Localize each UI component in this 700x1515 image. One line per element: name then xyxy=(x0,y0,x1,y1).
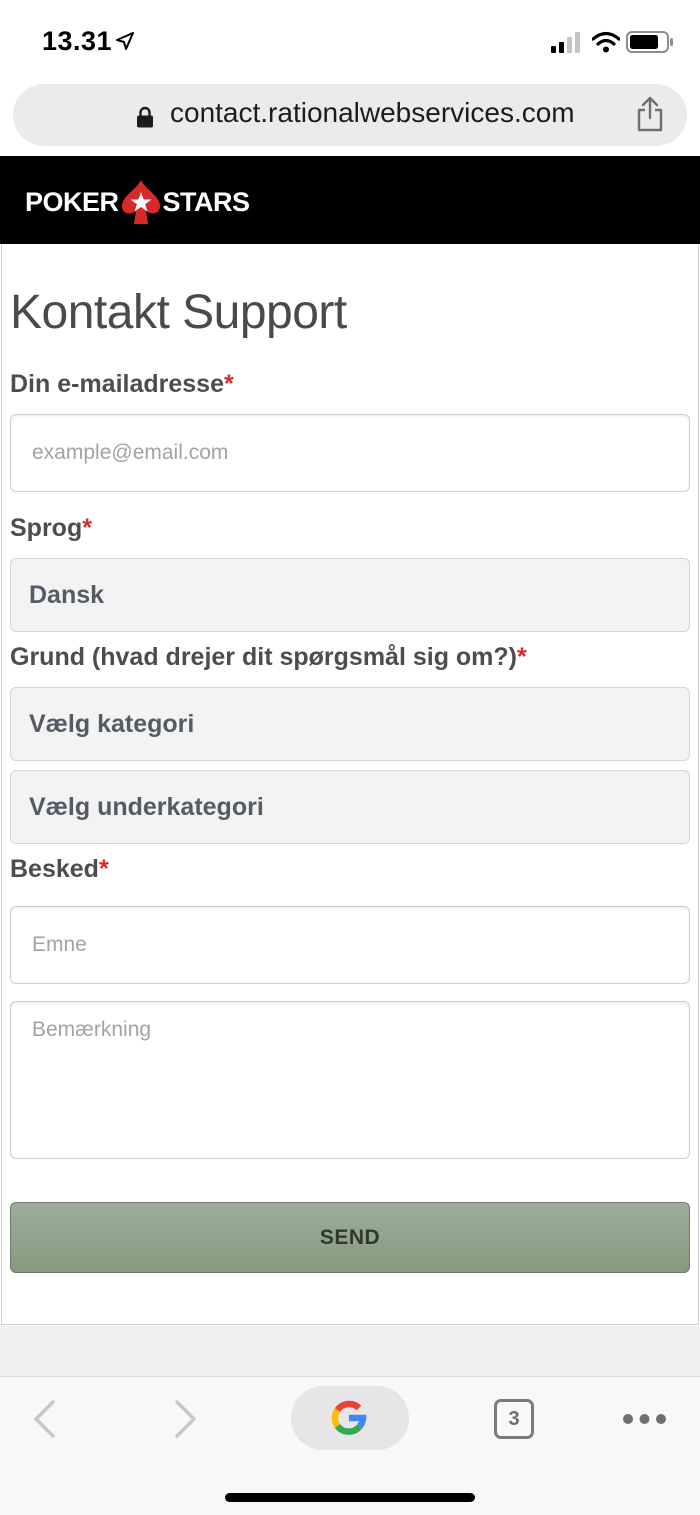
location-arrow-icon xyxy=(116,32,134,50)
page-title: Kontakt Support xyxy=(10,286,347,339)
message-label: Besked* xyxy=(10,855,109,883)
cellular-signal-icon xyxy=(551,32,580,53)
category-select[interactable]: Vælg kategori xyxy=(10,687,690,761)
category-select-value: Vælg kategori xyxy=(29,710,195,738)
pokerstars-logo[interactable]: POKER STARS xyxy=(25,178,250,226)
logo-word-left: POKER xyxy=(25,186,119,217)
send-button[interactable]: SEND xyxy=(10,1202,690,1273)
subcategory-select-value: Vælg underkategori xyxy=(29,793,264,821)
email-label: Din e-mailadresse* xyxy=(10,370,234,398)
home-indicator[interactable] xyxy=(225,1493,475,1502)
lock-icon xyxy=(137,106,153,128)
subject-placeholder: Emne xyxy=(32,933,87,956)
google-icon xyxy=(331,1400,367,1435)
required-marker: * xyxy=(517,643,527,671)
battery-icon xyxy=(626,31,673,53)
language-label: Sprog* xyxy=(10,514,92,542)
back-icon[interactable] xyxy=(31,1399,57,1439)
required-marker: * xyxy=(82,514,92,542)
wifi-icon xyxy=(592,31,620,53)
subcategory-select[interactable]: Vælg underkategori xyxy=(10,770,690,844)
address-bar[interactable]: contact.rationalwebservices.com xyxy=(13,84,687,146)
tab-count: 3 xyxy=(508,1407,520,1430)
reason-label: Grund (hvad drejer dit spørgsmål sig om?… xyxy=(10,643,527,671)
google-search-button[interactable] xyxy=(291,1386,409,1450)
share-icon[interactable] xyxy=(635,96,665,132)
status-bar: 13.31 xyxy=(0,0,700,80)
spade-star-icon xyxy=(121,180,160,224)
required-marker: * xyxy=(98,855,109,883)
tabs-button[interactable]: 3 xyxy=(494,1399,534,1439)
remark-placeholder: Bemærkning xyxy=(32,1018,152,1041)
required-marker: * xyxy=(224,370,234,398)
send-button-label: SEND xyxy=(319,1225,381,1249)
brand-header: POKER STARS xyxy=(0,156,700,244)
language-select-value: Dansk xyxy=(29,581,105,609)
url-text: contact.rationalwebservices.com xyxy=(170,97,575,128)
more-icon[interactable] xyxy=(622,1413,667,1425)
remark-textarea[interactable]: Bemærkning xyxy=(10,1001,690,1159)
logo-word-right: STARS xyxy=(162,186,251,217)
status-time: 13.31 xyxy=(42,26,113,56)
language-select[interactable]: Dansk xyxy=(10,558,690,632)
forward-icon[interactable] xyxy=(173,1399,199,1439)
email-placeholder: example@email.com xyxy=(32,441,229,464)
subject-field[interactable]: Emne xyxy=(10,906,690,984)
email-field[interactable]: example@email.com xyxy=(10,414,690,492)
page-bottom-strip xyxy=(0,1326,700,1376)
